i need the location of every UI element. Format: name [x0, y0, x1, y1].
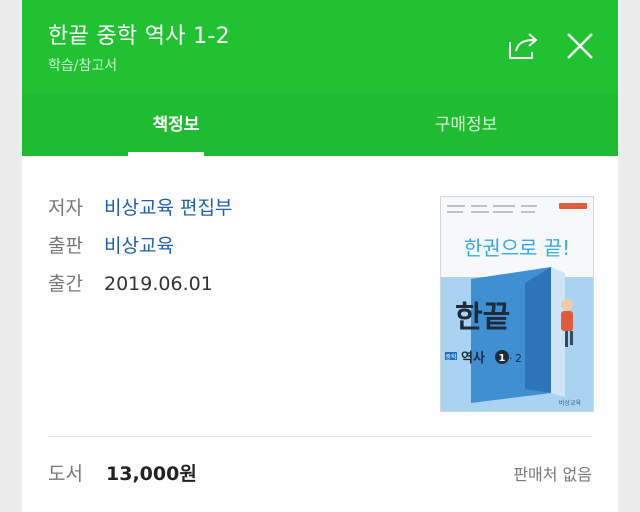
tab-purchase-info[interactable]: 구매정보 — [376, 94, 556, 156]
tab-bar: 책정보 구매정보 — [22, 94, 618, 156]
svg-text:·: · — [509, 352, 513, 365]
price-type-label: 도서 — [48, 463, 83, 485]
book-title: 한끝 중학 역사 1-2 — [48, 24, 230, 49]
author-link[interactable]: 비상교육 편집부 — [104, 197, 232, 219]
book-cover-art: 한권으로 끝! 한끝 중학 역사 1 · 2 비상교육 — [441, 197, 593, 411]
publisher-row: 출판 비상교육 — [48, 232, 174, 260]
share-icon — [509, 33, 538, 59]
close-icon — [567, 33, 593, 59]
publisher-link[interactable]: 비상교육 — [104, 235, 174, 257]
publish-date-label: 출간 — [48, 273, 83, 295]
cover-subject: 역사 — [461, 350, 485, 366]
publisher-label: 출판 — [48, 235, 83, 257]
book-category: 학습/참고서 — [48, 58, 118, 74]
publish-date-row: 출간 2019.06.01 — [48, 270, 213, 298]
book-detail-panel: 한끝 중학 역사 1-2 학습/참고서 책정보 구매정보 저자 비상교육 편집부 … — [22, 0, 618, 512]
cover-slogan: 한권으로 끝! — [464, 236, 570, 260]
cover-grade: 중학 — [445, 353, 457, 361]
header-bar: 한끝 중학 역사 1-2 학습/참고서 — [22, 0, 618, 94]
tab-book-info[interactable]: 책정보 — [86, 94, 266, 156]
publish-date-value: 2019.06.01 — [104, 273, 213, 295]
cover-volume-sub: 2 — [515, 352, 522, 365]
author-row: 저자 비상교육 편집부 — [48, 194, 232, 222]
cover-volume-main: 1 — [499, 353, 506, 364]
section-divider — [48, 436, 592, 437]
seller-status: 판매처 없음 — [513, 465, 592, 484]
book-cover-image[interactable]: 한권으로 끝! 한끝 중학 역사 1 · 2 비상교육 — [440, 196, 594, 412]
price-value: 13,000원 — [106, 463, 197, 485]
active-tab-indicator — [128, 152, 204, 156]
close-button[interactable] — [564, 30, 596, 62]
author-label: 저자 — [48, 197, 83, 219]
share-button[interactable] — [506, 30, 542, 62]
cover-publisher: 비상교육 — [559, 399, 582, 407]
cover-brand: 한끝 — [455, 300, 510, 335]
